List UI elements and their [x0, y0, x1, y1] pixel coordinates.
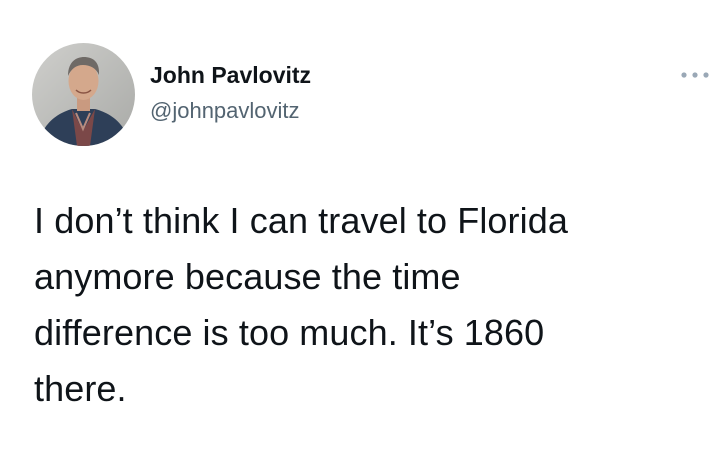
tweet-text-line: I don’t think I can travel to Florida	[34, 200, 568, 241]
avatar-image	[32, 43, 135, 146]
avatar[interactable]	[32, 43, 135, 146]
tweet-text-line: there.	[34, 368, 127, 409]
more-options-button[interactable]	[678, 64, 712, 86]
tweet-text: I don’t think I can travel to Florida an…	[34, 193, 684, 417]
tweet-text-line: difference is too much. It’s 1860	[34, 312, 545, 353]
tweet-card: John Pavlovitz @johnpavlovitz I don’t th…	[0, 0, 717, 459]
more-horizontal-icon	[681, 72, 709, 78]
author-handle[interactable]: @johnpavlovitz	[150, 98, 300, 124]
author-display-name[interactable]: John Pavlovitz	[150, 62, 311, 89]
tweet-text-line: anymore because the time	[34, 256, 461, 297]
